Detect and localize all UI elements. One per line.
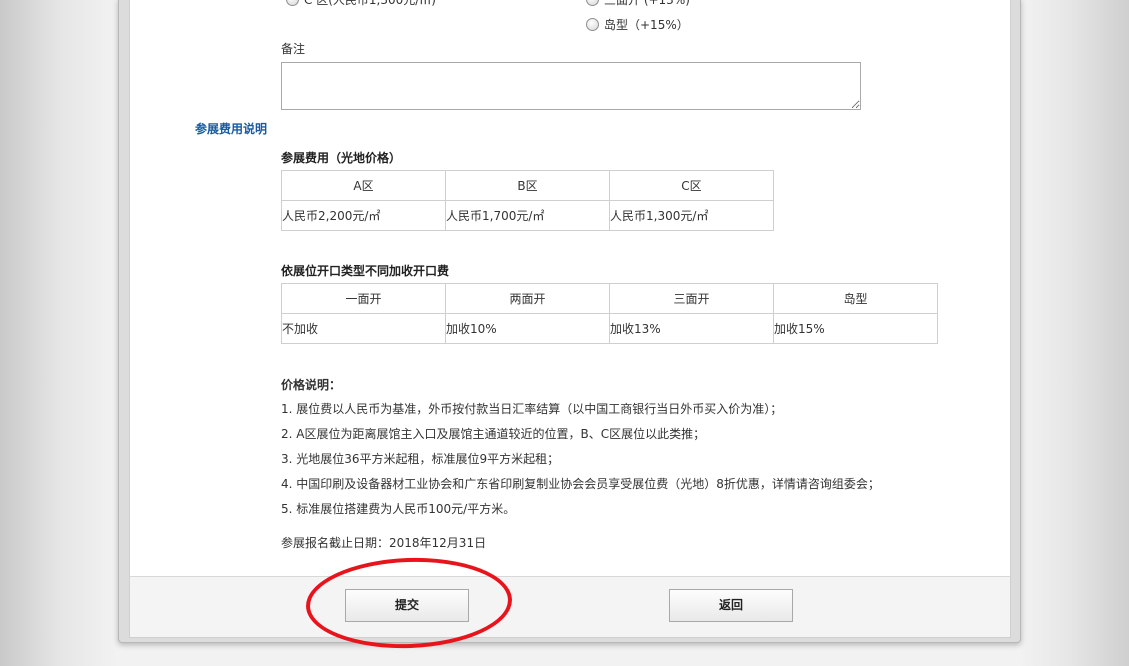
fee-header-a: A区 xyxy=(281,170,446,201)
opening-header-three-sides: 三面开 xyxy=(609,283,774,314)
zone-c-option[interactable]: C 区(人民币1,300元/㎡) xyxy=(286,0,436,8)
island-option[interactable]: 岛型（+15%） xyxy=(586,16,689,33)
three-sides-option[interactable]: 三面开 (+13%) xyxy=(586,0,690,8)
fee-explanation-link: 参展费用说明 xyxy=(195,122,268,136)
fee-table-header-row: A区 B区 C区 xyxy=(281,170,774,201)
fee-table: A区 B区 C区 人民币2,200元/㎡ 人民币1,700元/㎡ 人民币1,30… xyxy=(281,170,774,231)
opening-value-three-sides: 加收13% xyxy=(609,313,774,344)
price-note-line: 2. A区展位为距离展馆主入口及展馆主通道较近的位置，B、C区展位以此类推； xyxy=(281,427,706,441)
fee-table-value-row: 人民币2,200元/㎡ 人民币1,700元/㎡ 人民币1,300元/㎡ xyxy=(281,200,774,231)
price-note-line: 5. 标准展位搭建费为人民币100元/平方米。 xyxy=(281,502,516,516)
opening-table-value-row: 不加收 加收10% 加收13% 加收15% xyxy=(281,313,938,344)
price-notes-title: 价格说明： xyxy=(281,378,342,392)
price-note-line: 1. 展位费以人民币为基准，外币按付款当日汇率结算（以中国工商银行当日外币买入价… xyxy=(281,402,783,416)
three-sides-radio[interactable] xyxy=(586,0,599,6)
price-notes: 价格说明： 1. 展位费以人民币为基准，外币按付款当日汇率结算（以中国工商银行当… xyxy=(281,376,880,527)
three-sides-label: 三面开 (+13%) xyxy=(604,0,690,7)
fee-table-title: 参展费用（光地价格） xyxy=(281,151,402,165)
submit-button[interactable]: 提交 xyxy=(345,589,469,622)
opening-header-two-sides: 两面开 xyxy=(445,283,610,314)
opening-header-one-side: 一面开 xyxy=(281,283,446,314)
island-radio[interactable] xyxy=(586,18,599,31)
island-label: 岛型（+15%） xyxy=(604,18,689,32)
opening-fee-table: 一面开 两面开 三面开 岛型 不加收 加收10% 加收13% 加收15% xyxy=(281,283,938,344)
opening-table-header-row: 一面开 两面开 三面开 岛型 xyxy=(281,283,938,314)
fee-value-a: 人民币2,200元/㎡ xyxy=(281,200,446,231)
opening-value-two-sides: 加收10% xyxy=(445,313,610,344)
zone-c-label: C 区(人民币1,300元/㎡) xyxy=(304,0,436,7)
price-note-line: 3. 光地展位36平方米起租，标准展位9平方米起租； xyxy=(281,452,560,466)
remark-label: 备注 xyxy=(281,42,306,56)
price-note-line: 4. 中国印刷及设备器材工业协会和广东省印刷复制业协会会员享受展位费（光地）8折… xyxy=(281,477,880,491)
zone-c-radio[interactable] xyxy=(286,0,299,6)
registration-deadline: 参展报名截止日期：2018年12月31日 xyxy=(281,536,487,550)
fee-header-b: B区 xyxy=(445,170,610,201)
fee-header-c: C区 xyxy=(609,170,774,201)
fee-value-b: 人民币1,700元/㎡ xyxy=(445,200,610,231)
opening-value-one-side: 不加收 xyxy=(281,313,446,344)
button-bar xyxy=(129,576,1011,638)
opening-value-island: 加收15% xyxy=(773,313,938,344)
opening-header-island: 岛型 xyxy=(773,283,938,314)
back-button[interactable]: 返回 xyxy=(669,589,793,622)
opening-table-title: 依展位开口类型不同加收开口费 xyxy=(281,264,450,278)
fee-value-c: 人民币1,300元/㎡ xyxy=(609,200,774,231)
remark-textarea[interactable] xyxy=(281,62,861,110)
